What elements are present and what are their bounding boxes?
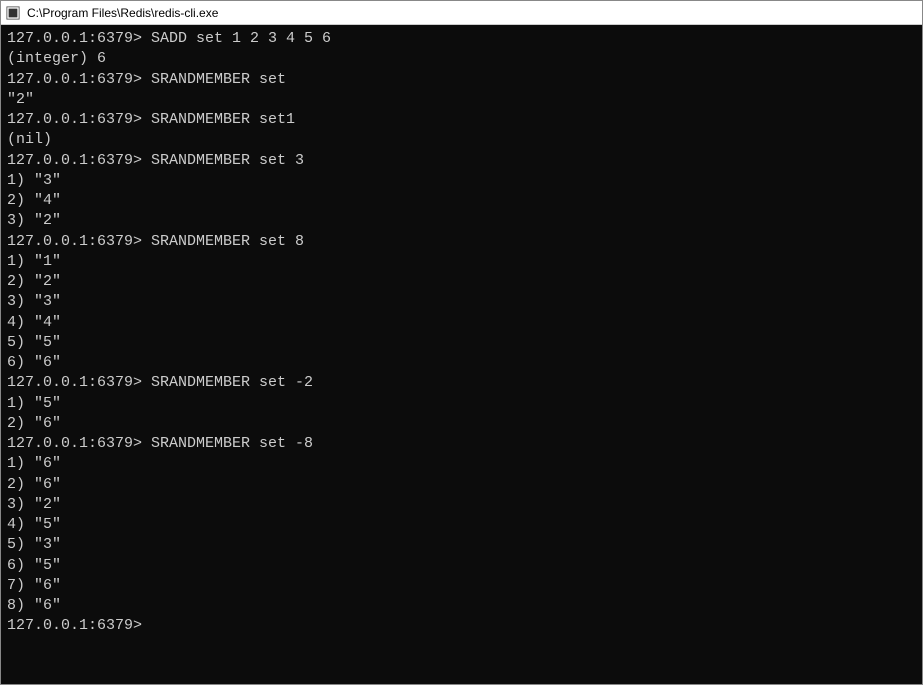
terminal-line: 2) "2" (7, 272, 916, 292)
terminal-line: 127.0.0.1:6379> SRANDMEMBER set -8 (7, 434, 916, 454)
terminal-line: (integer) 6 (7, 49, 916, 69)
titlebar[interactable]: C:\Program Files\Redis\redis-cli.exe (1, 1, 922, 25)
terminal-line: (nil) (7, 130, 916, 150)
terminal-line: 3) "2" (7, 495, 916, 515)
terminal-line: 6) "6" (7, 353, 916, 373)
terminal-line: 127.0.0.1:6379> SADD set 1 2 3 4 5 6 (7, 29, 916, 49)
terminal-line: 3) "2" (7, 211, 916, 231)
terminal-line: 6) "5" (7, 556, 916, 576)
terminal-line: 127.0.0.1:6379> SRANDMEMBER set 8 (7, 232, 916, 252)
terminal-area[interactable]: 127.0.0.1:6379> SADD set 1 2 3 4 5 6(int… (1, 25, 922, 684)
terminal-line: 2) "4" (7, 191, 916, 211)
titlebar-title: C:\Program Files\Redis\redis-cli.exe (27, 6, 218, 20)
terminal-line: 127.0.0.1:6379> SRANDMEMBER set1 (7, 110, 916, 130)
console-window: C:\Program Files\Redis\redis-cli.exe 127… (0, 0, 923, 685)
terminal-line: 1) "3" (7, 171, 916, 191)
terminal-line: "2" (7, 90, 916, 110)
terminal-line: 2) "6" (7, 414, 916, 434)
terminal-line: 127.0.0.1:6379> SRANDMEMBER set -2 (7, 373, 916, 393)
terminal-line: 5) "5" (7, 333, 916, 353)
terminal-line: 8) "6" (7, 596, 916, 616)
terminal-line: 2) "6" (7, 475, 916, 495)
terminal-line: 127.0.0.1:6379> SRANDMEMBER set 3 (7, 151, 916, 171)
terminal-line: 3) "3" (7, 292, 916, 312)
terminal-line: 4) "4" (7, 313, 916, 333)
terminal-line: 7) "6" (7, 576, 916, 596)
app-icon (5, 5, 21, 21)
terminal-line: 4) "5" (7, 515, 916, 535)
terminal-line: 1) "1" (7, 252, 916, 272)
terminal-line: 127.0.0.1:6379> SRANDMEMBER set (7, 70, 916, 90)
terminal-line: 5) "3" (7, 535, 916, 555)
terminal-line: 127.0.0.1:6379> (7, 616, 916, 636)
terminal-line: 1) "5" (7, 394, 916, 414)
terminal-line: 1) "6" (7, 454, 916, 474)
